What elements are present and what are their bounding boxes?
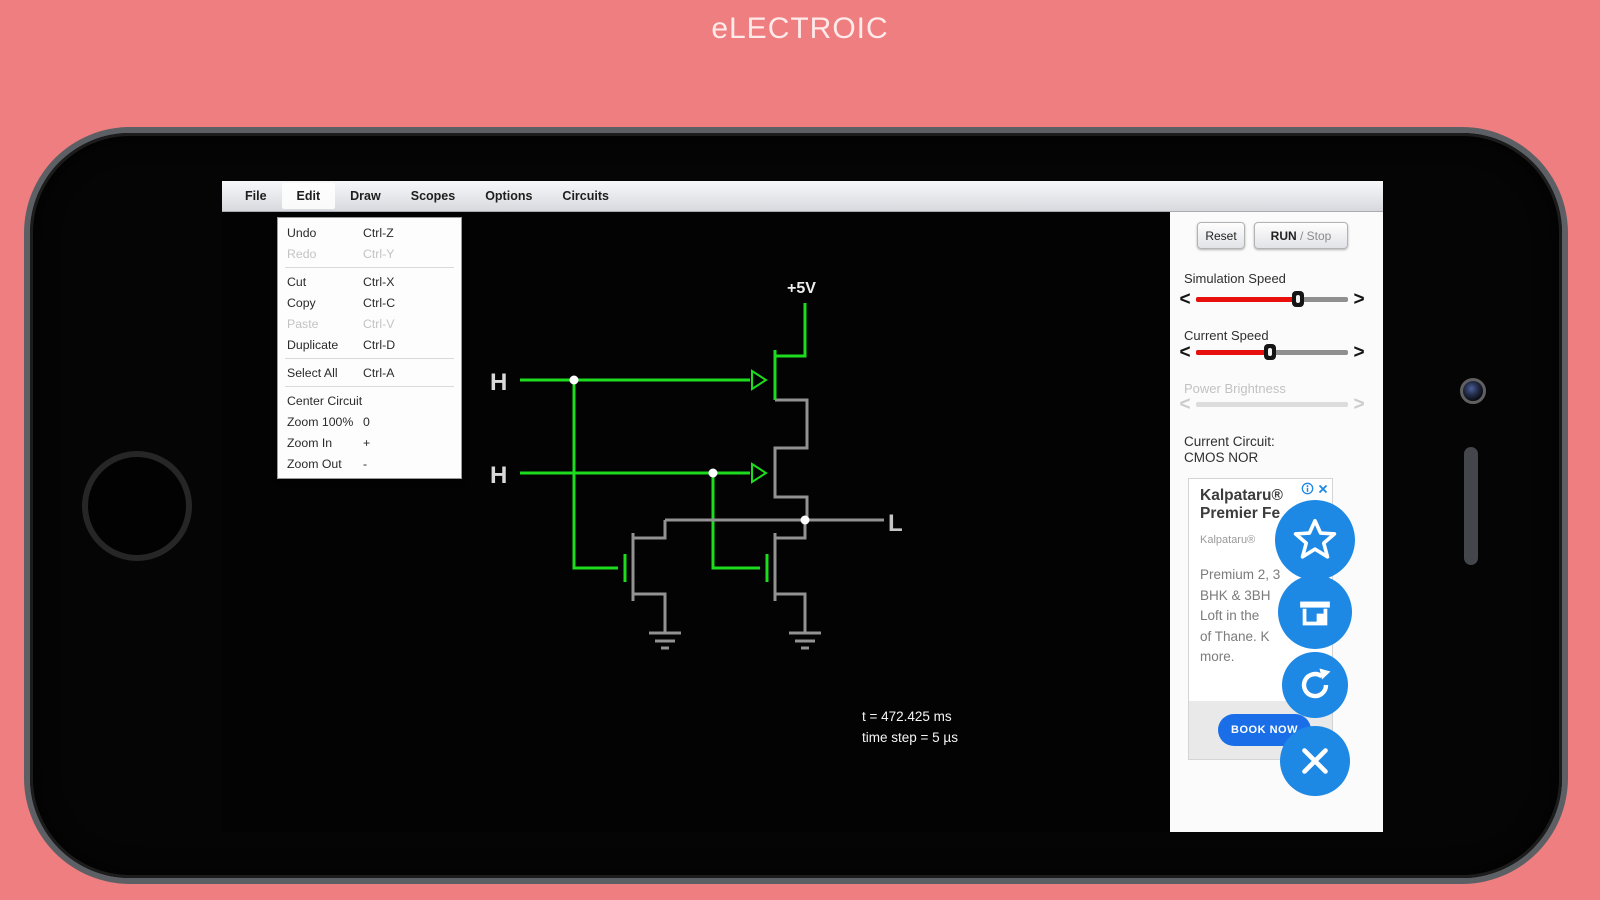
- menu-separator: [285, 386, 454, 387]
- ad-choices[interactable]: [1301, 482, 1329, 495]
- menubar-item-scopes[interactable]: Scopes: [396, 183, 470, 209]
- slider-decrease-icon: <: [1179, 393, 1191, 415]
- menu-item-zoom-in[interactable]: Zoom In +: [278, 432, 461, 453]
- app-title: eLECTROIC: [711, 12, 889, 45]
- slider-increase-icon[interactable]: >: [1353, 290, 1365, 309]
- menu-item-redo: Redo Ctrl-Y: [287, 246, 395, 261]
- control-sidebar: Reset RUN / Stop Simulation Speed < > Cu…: [1170, 212, 1383, 832]
- phone-frame: +5V H H L t = 472.425 ms time step = 5 µ…: [30, 133, 1562, 878]
- slider-track[interactable]: [1196, 343, 1348, 360]
- menu-item-select-all[interactable]: Select All Ctrl-A: [278, 362, 461, 383]
- simulation-speed-slider[interactable]: < >: [1179, 288, 1375, 310]
- ad-headline[interactable]: Kalpataru® Premier Fe: [1200, 487, 1283, 523]
- slider-fill: [1196, 349, 1271, 355]
- refresh-fab[interactable]: [1282, 652, 1348, 718]
- phone-speaker: [1464, 447, 1478, 565]
- star-icon: [1293, 519, 1337, 559]
- current-speed-slider[interactable]: < >: [1179, 341, 1375, 363]
- reset-button[interactable]: Reset: [1197, 222, 1245, 249]
- slider-decrease-icon[interactable]: <: [1179, 290, 1191, 309]
- run-stop-button[interactable]: RUN / Stop: [1254, 222, 1348, 249]
- current-circuit-label: Current Circuit:: [1184, 434, 1275, 449]
- menubar-item-edit[interactable]: Edit: [281, 183, 336, 209]
- slider-increase-icon[interactable]: >: [1353, 343, 1365, 362]
- menu-item-undo[interactable]: Undo Ctrl-Z: [278, 222, 461, 243]
- menubar-item-options[interactable]: Options: [470, 183, 547, 209]
- close-fab[interactable]: [1280, 726, 1350, 796]
- power-brightness-slider: < >: [1179, 393, 1375, 415]
- menu-item-cut[interactable]: Cut Ctrl-X: [278, 271, 461, 292]
- close-icon: [1302, 748, 1328, 774]
- menu-item-zoom-100[interactable]: Zoom 100% 0: [278, 411, 461, 432]
- menu-item-copy[interactable]: Copy Ctrl-C: [278, 292, 461, 313]
- slider-track[interactable]: [1196, 290, 1348, 307]
- phone-camera-icon: [1460, 378, 1486, 404]
- menu-item-zoom-out[interactable]: Zoom Out -: [278, 453, 461, 474]
- ad-info-icon[interactable]: [1301, 482, 1314, 495]
- store-fab[interactable]: [1278, 575, 1352, 649]
- slider-increase-icon: >: [1353, 393, 1365, 415]
- current-circuit-name: CMOS NOR: [1184, 450, 1259, 465]
- ad-attribution: Kalpataru®: [1200, 534, 1256, 546]
- slider-decrease-icon[interactable]: <: [1179, 343, 1191, 362]
- menubar-item-draw[interactable]: Draw: [335, 183, 396, 209]
- simulation-speed-label: Simulation Speed: [1184, 271, 1286, 286]
- menu-bar: File Edit Draw Scopes Options Circuits: [222, 181, 1383, 212]
- slider-handle[interactable]: [1291, 290, 1304, 307]
- storefront-icon: [1300, 601, 1330, 626]
- slider-fill: [1196, 296, 1298, 302]
- ad-body-text: Premium 2, 3 BHK & 3BH Loft in the of Th…: [1200, 567, 1281, 664]
- ad-close-icon[interactable]: [1317, 483, 1329, 495]
- edit-menu-dropdown: Undo Ctrl-Z Redo Ctrl-Y Cut Ctrl-X Copy …: [277, 217, 462, 479]
- favorite-fab[interactable]: [1275, 500, 1355, 580]
- page-background: eLECTROIC +5V H H L t = 472.425 ms time …: [0, 0, 1600, 900]
- menu-item-paste: Paste Ctrl-V: [287, 316, 395, 331]
- menubar-item-circuits[interactable]: Circuits: [547, 183, 624, 209]
- slider-track: [1196, 401, 1348, 407]
- menu-separator: [285, 267, 454, 268]
- refresh-icon: [1301, 668, 1331, 699]
- menubar-item-file[interactable]: File: [230, 183, 282, 209]
- menu-item-center-circuit[interactable]: Center Circuit: [278, 390, 461, 411]
- slider-handle[interactable]: [1264, 343, 1277, 360]
- circuit-simulator-app: +5V H H L t = 472.425 ms time step = 5 µ…: [222, 181, 1383, 832]
- phone-home-button: [82, 451, 192, 561]
- menu-separator: [285, 358, 454, 359]
- menu-item-duplicate[interactable]: Duplicate Ctrl-D: [278, 334, 461, 355]
